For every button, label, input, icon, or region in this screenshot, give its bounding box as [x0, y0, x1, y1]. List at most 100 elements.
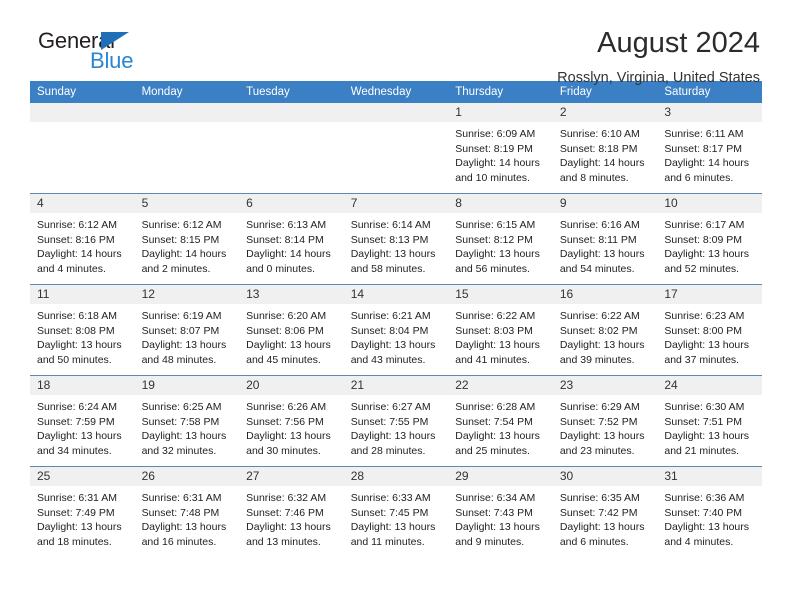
weekday-header-wednesday: Wednesday	[343, 81, 449, 103]
daylight-text: Daylight: 14 hours and 8 minutes.	[559, 157, 645, 184]
calendar-cell-day-18[interactable]: 18 Sunrise: 6:24 AM Sunset: 7:59 PM Dayligh…	[30, 375, 135, 467]
sunset-text: Sunset: 7:46 PM	[246, 506, 324, 519]
day-number: 26	[134, 467, 240, 486]
calendar-cell-day-11[interactable]: 11 Sunrise: 6:18 AM Sunset: 8:08 PM Dayligh…	[30, 284, 135, 376]
day-details: Sunrise: 6:14 AM Sunset: 8:13 PM Daylight:…	[344, 213, 449, 276]
calendar-cell-day-28[interactable]: 28 Sunrise: 6:33 AM Sunset: 7:45 PM Dayligh…	[343, 466, 449, 557]
sunrise-text: Sunrise: 6:27 AM	[350, 401, 431, 413]
day-number: 28	[343, 467, 449, 486]
day-details: Sunrise: 6:16 AM Sunset: 8:11 PM Daylight:…	[553, 213, 658, 276]
sunrise-text: Sunrise: 6:33 AM	[350, 492, 431, 504]
calendar-cell-day-15[interactable]: 15 Sunrise: 6:22 AM Sunset: 8:03 PM Dayligh…	[448, 284, 553, 376]
sunset-text: Sunset: 7:43 PM	[455, 506, 533, 519]
calendar-cell-empty	[30, 103, 135, 194]
calendar-cell-day-31[interactable]: 31 Sunrise: 6:36 AM Sunset: 7:40 PM Dayligh…	[657, 466, 762, 557]
calendar-cell-day-23[interactable]: 23 Sunrise: 6:29 AM Sunset: 7:52 PM Dayligh…	[552, 375, 658, 467]
calendar-cell-day-2[interactable]: 2 Sunrise: 6:10 AM Sunset: 8:18 PM Daylight…	[552, 103, 658, 194]
calendar-cell-day-21[interactable]: 21 Sunrise: 6:27 AM Sunset: 7:55 PM Dayligh…	[343, 375, 449, 467]
day-details: Sunrise: 6:36 AM Sunset: 7:40 PM Daylight:…	[657, 486, 762, 549]
sunrise-text: Sunrise: 6:17 AM	[664, 219, 745, 231]
calendar-cell-day-8[interactable]: 8 Sunrise: 6:15 AM Sunset: 8:12 PM Daylight…	[448, 193, 553, 285]
calendar-cell-day-7[interactable]: 7 Sunrise: 6:14 AM Sunset: 8:13 PM Daylight…	[343, 193, 449, 285]
calendar-cell-day-17[interactable]: 17 Sunrise: 6:23 AM Sunset: 8:00 PM Dayligh…	[657, 284, 762, 376]
sunrise-text: Sunrise: 6:12 AM	[37, 219, 117, 231]
day-number: 24	[657, 376, 762, 395]
day-details: Sunrise: 6:09 AM Sunset: 8:19 PM Daylight:…	[448, 122, 553, 185]
calendar-cell-day-30[interactable]: 30 Sunrise: 6:35 AM Sunset: 7:42 PM Dayligh…	[552, 466, 658, 557]
day-number: 3	[657, 103, 762, 122]
day-number: 29	[448, 467, 553, 486]
calendar-cell-day-25[interactable]: 25 Sunrise: 6:31 AM Sunset: 7:49 PM Dayligh…	[30, 466, 135, 557]
day-number: 11	[30, 285, 135, 304]
calendar-cell-day-5[interactable]: 5 Sunrise: 6:12 AM Sunset: 8:15 PM Daylight…	[134, 193, 240, 285]
sunrise-text: Sunrise: 6:13 AM	[246, 219, 327, 231]
calendar-cell-day-16[interactable]: 16 Sunrise: 6:22 AM Sunset: 8:02 PM Dayligh…	[552, 284, 658, 376]
day-details: Sunrise: 6:25 AM Sunset: 7:58 PM Daylight:…	[135, 395, 240, 458]
day-number: 4	[30, 194, 135, 213]
day-details: Sunrise: 6:12 AM Sunset: 8:16 PM Daylight:…	[30, 213, 135, 276]
calendar-cell-day-6[interactable]: 6 Sunrise: 6:13 AM Sunset: 8:14 PM Daylight…	[239, 193, 344, 285]
daylight-text: Daylight: 13 hours and 11 minutes.	[350, 521, 436, 548]
sunrise-text: Sunrise: 6:31 AM	[141, 492, 222, 504]
sunset-text: Sunset: 7:45 PM	[350, 506, 429, 519]
day-details: Sunrise: 6:31 AM Sunset: 7:48 PM Daylight:…	[135, 486, 240, 549]
daylight-text: Daylight: 13 hours and 16 minutes.	[141, 521, 227, 548]
daylight-text: Daylight: 13 hours and 4 minutes.	[664, 521, 750, 548]
sunset-text: Sunset: 8:11 PM	[559, 233, 637, 246]
calendar-cell-day-24[interactable]: 24 Sunrise: 6:30 AM Sunset: 7:51 PM Dayligh…	[657, 375, 762, 467]
sunset-text: Sunset: 8:17 PM	[664, 142, 743, 155]
day-details: Sunrise: 6:30 AM Sunset: 7:51 PM Daylight:…	[657, 395, 762, 458]
calendar-week-row: 25 Sunrise: 6:31 AM Sunset: 7:49 PM Dayligh…	[30, 466, 762, 557]
day-details: Sunrise: 6:35 AM Sunset: 7:42 PM Daylight:…	[553, 486, 658, 549]
calendar-cell-day-26[interactable]: 26 Sunrise: 6:31 AM Sunset: 7:48 PM Dayligh…	[134, 466, 240, 557]
calendar-cell-day-22[interactable]: 22 Sunrise: 6:28 AM Sunset: 7:54 PM Dayligh…	[448, 375, 553, 467]
calendar-cell-day-13[interactable]: 13 Sunrise: 6:20 AM Sunset: 8:06 PM Dayligh…	[239, 284, 344, 376]
sunrise-text: Sunrise: 6:35 AM	[559, 492, 640, 504]
day-number: 13	[239, 285, 344, 304]
sunrise-text: Sunrise: 6:14 AM	[350, 219, 431, 231]
daylight-text: Daylight: 14 hours and 6 minutes.	[664, 157, 750, 184]
calendar-cell-day-14[interactable]: 14 Sunrise: 6:21 AM Sunset: 8:04 PM Dayligh…	[343, 284, 449, 376]
calendar-cell-empty	[239, 103, 344, 194]
page-header: General Blue August 2024 Rosslyn, Virgin…	[30, 0, 762, 86]
day-number: 23	[552, 376, 658, 395]
calendar-cell-day-29[interactable]: 29 Sunrise: 6:34 AM Sunset: 7:43 PM Dayligh…	[448, 466, 553, 557]
day-details: Sunrise: 6:21 AM Sunset: 8:04 PM Daylight:…	[344, 304, 449, 367]
sunset-text: Sunset: 7:55 PM	[350, 415, 429, 428]
calendar-cell-day-20[interactable]: 20 Sunrise: 6:26 AM Sunset: 7:56 PM Dayligh…	[239, 375, 344, 467]
day-number: 6	[239, 194, 344, 213]
general-blue-logo[interactable]: General Blue	[30, 26, 150, 76]
page-title: August 2024	[597, 27, 760, 59]
calendar-week-row: 4 Sunrise: 6:12 AM Sunset: 8:16 PM Daylight…	[30, 193, 762, 285]
day-number	[239, 103, 344, 122]
day-number: 5	[134, 194, 240, 213]
calendar-cell-day-1[interactable]: 1 Sunrise: 6:09 AM Sunset: 8:19 PM Daylight…	[448, 103, 553, 194]
day-number: 7	[343, 194, 449, 213]
sunrise-text: Sunrise: 6:22 AM	[455, 310, 536, 322]
sunset-text: Sunset: 7:58 PM	[141, 415, 220, 428]
calendar-cell-day-4[interactable]: 4 Sunrise: 6:12 AM Sunset: 8:16 PM Daylight…	[30, 193, 135, 285]
sunset-text: Sunset: 7:40 PM	[664, 506, 743, 519]
weekday-header-monday: Monday	[134, 81, 240, 103]
day-details: Sunrise: 6:33 AM Sunset: 7:45 PM Daylight:…	[344, 486, 449, 549]
calendar-cell-day-10[interactable]: 10 Sunrise: 6:17 AM Sunset: 8:09 PM Dayligh…	[657, 193, 762, 285]
sunset-text: Sunset: 8:14 PM	[246, 233, 324, 246]
location-subtitle: Rosslyn, Virginia, United States	[557, 70, 760, 86]
calendar-cell-empty	[343, 103, 449, 194]
sunset-text: Sunset: 8:02 PM	[559, 324, 638, 337]
day-number: 12	[134, 285, 240, 304]
calendar-cell-day-19[interactable]: 19 Sunrise: 6:25 AM Sunset: 7:58 PM Dayligh…	[134, 375, 240, 467]
day-details: Sunrise: 6:12 AM Sunset: 8:15 PM Daylight:…	[135, 213, 240, 276]
sunset-text: Sunset: 7:42 PM	[559, 506, 638, 519]
calendar-cell-day-3[interactable]: 3 Sunrise: 6:11 AM Sunset: 8:17 PM Daylight…	[657, 103, 762, 194]
daylight-text: Daylight: 13 hours and 34 minutes.	[37, 430, 122, 457]
daylight-text: Daylight: 13 hours and 56 minutes.	[455, 248, 540, 275]
sunrise-text: Sunrise: 6:28 AM	[455, 401, 536, 413]
day-details: Sunrise: 6:20 AM Sunset: 8:06 PM Daylight:…	[239, 304, 344, 367]
calendar-body: 1 Sunrise: 6:09 AM Sunset: 8:19 PM Daylight…	[30, 103, 762, 557]
calendar-week-row: 18 Sunrise: 6:24 AM Sunset: 7:59 PM Dayligh…	[30, 375, 762, 467]
calendar-cell-day-12[interactable]: 12 Sunrise: 6:19 AM Sunset: 8:07 PM Dayligh…	[134, 284, 240, 376]
calendar-cell-day-9[interactable]: 9 Sunrise: 6:16 AM Sunset: 8:11 PM Daylight…	[552, 193, 658, 285]
calendar-cell-day-27[interactable]: 27 Sunrise: 6:32 AM Sunset: 7:46 PM Dayligh…	[239, 466, 344, 557]
sunset-text: Sunset: 7:54 PM	[455, 415, 533, 428]
